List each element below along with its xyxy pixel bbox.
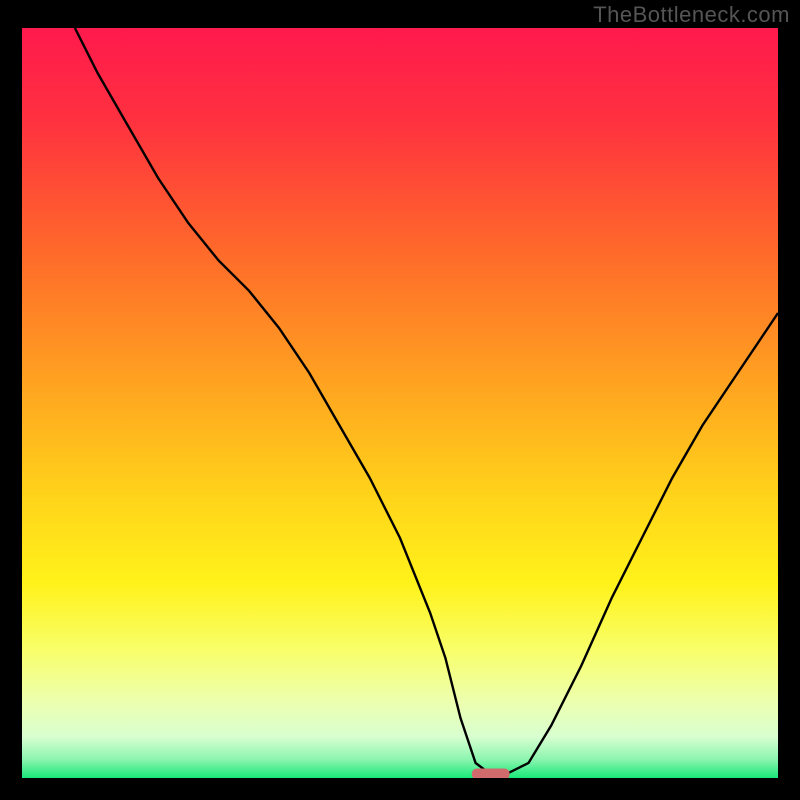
plot-area [22, 28, 778, 778]
chart-svg [22, 28, 778, 778]
chart-frame: TheBottleneck.com [0, 0, 800, 800]
watermark-text: TheBottleneck.com [593, 2, 790, 28]
optimal-zone-marker [472, 769, 510, 779]
